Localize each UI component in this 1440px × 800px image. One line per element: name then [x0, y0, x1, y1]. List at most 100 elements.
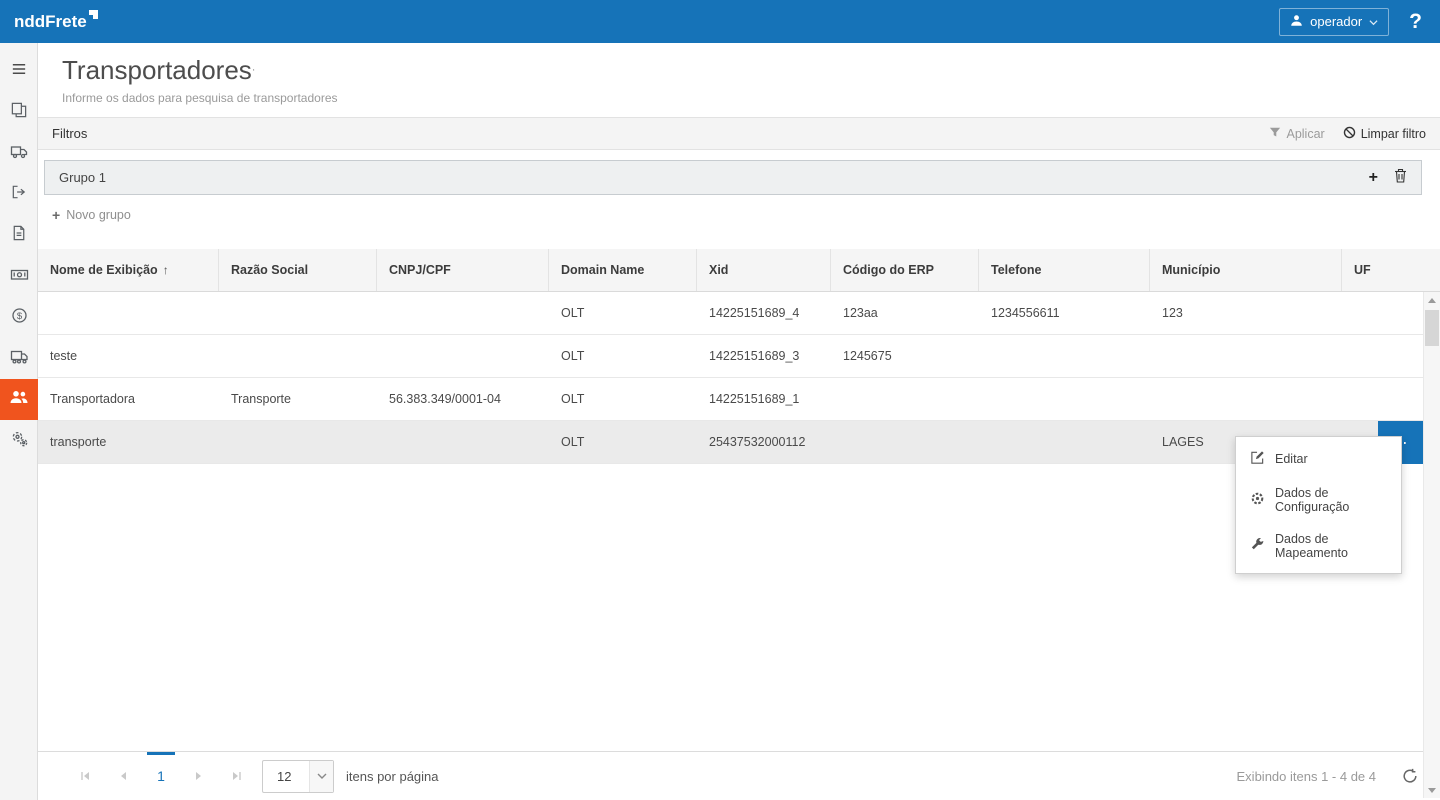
sort-asc-icon: ↑	[163, 263, 169, 277]
clear-filter-button[interactable]: Limpar filtro	[1343, 126, 1426, 142]
clear-filter-label: Limpar filtro	[1361, 127, 1426, 141]
gears-icon	[10, 429, 29, 453]
pager-right: Exibindo itens 1 - 4 de 4	[1237, 768, 1418, 784]
chevron-down-icon	[1369, 14, 1378, 29]
new-group-button[interactable]: + Novo grupo	[52, 208, 131, 222]
menu-item-configuration[interactable]: Dados de Configuração	[1236, 477, 1401, 523]
svg-text:$: $	[16, 310, 22, 321]
column-header-nome[interactable]: Nome de Exibição ↑	[38, 249, 219, 291]
column-header-label: CNPJ/CPF	[389, 263, 451, 277]
cell-domain: OLT	[549, 421, 697, 463]
users-icon	[9, 388, 29, 411]
title-mark: ·	[252, 64, 256, 76]
table-row-selected[interactable]: transporte OLT 25437532000112 LAGES	[38, 421, 1440, 464]
column-header-razao[interactable]: Razão Social	[219, 249, 377, 291]
column-header-uf[interactable]: UF	[1342, 249, 1440, 291]
menu-item-edit[interactable]: Editar	[1236, 441, 1401, 477]
cell-telefone: 1234556611	[979, 292, 1150, 334]
cell-erp	[831, 378, 979, 420]
filter-group-actions: +	[1369, 168, 1407, 188]
column-header-xid[interactable]: Xid	[697, 249, 831, 291]
cell-cnpj	[377, 421, 549, 463]
cell-razao	[219, 335, 377, 377]
app-logo: nddFrete	[14, 12, 98, 32]
cancel-circle-icon	[1343, 126, 1356, 142]
per-page-label: itens por página	[346, 769, 439, 784]
cell-nome	[38, 292, 219, 334]
page-subtitle: Informe os dados para pesquisa de transp…	[62, 91, 1416, 105]
table-header: Nome de Exibição ↑ Razão Social CNPJ/CPF…	[38, 249, 1440, 292]
filter-group-section: Grupo 1 + + Novo grupo	[38, 150, 1440, 249]
sidebar-item-sign-out[interactable]	[0, 174, 38, 215]
cell-erp: 123aa	[831, 292, 979, 334]
scroll-up-button[interactable]	[1424, 292, 1440, 308]
table-row[interactable]: teste OLT 14225151689_3 1245675	[38, 335, 1440, 378]
scroll-down-button[interactable]	[1424, 782, 1440, 798]
user-menu-button[interactable]: operador	[1279, 8, 1389, 36]
sidebar-item-truck[interactable]	[0, 133, 38, 174]
cell-cnpj: 56.383.349/0001-04	[377, 378, 549, 420]
filter-group-name: Grupo 1	[59, 170, 106, 185]
cell-xid: 14225151689_3	[697, 335, 831, 377]
sidebar-item-document[interactable]	[0, 215, 38, 256]
cell-xid: 14225151689_1	[697, 378, 831, 420]
trash-icon[interactable]	[1394, 168, 1407, 188]
column-header-label: Município	[1162, 263, 1220, 277]
filters-actions: Aplicar Limpar filtro	[1269, 126, 1426, 142]
currency-sync-icon: $	[10, 306, 29, 330]
pager: 1 12 itens por página Exibindo itens 1 -…	[38, 751, 1440, 800]
table-row[interactable]: Transportadora Transporte 56.383.349/000…	[38, 378, 1440, 421]
user-icon	[1290, 14, 1303, 30]
apply-filter-button[interactable]: Aplicar	[1269, 126, 1324, 141]
cell-erp: 1245675	[831, 335, 979, 377]
sidebar-item-menu[interactable]	[0, 51, 38, 92]
column-header-label: Xid	[709, 263, 728, 277]
triangle-down-icon	[1428, 788, 1436, 793]
cell-xid: 14225151689_4	[697, 292, 831, 334]
document-icon	[10, 224, 28, 247]
pager-next-button[interactable]	[180, 752, 218, 800]
pager-last-button[interactable]	[218, 752, 256, 800]
sidebar-item-carriers[interactable]	[0, 379, 38, 420]
column-header-municipio[interactable]: Município	[1150, 249, 1342, 291]
scrollbar-thumb[interactable]	[1425, 310, 1439, 346]
sidebar-item-currency-sync[interactable]: $	[0, 297, 38, 338]
column-header-telefone[interactable]: Telefone	[979, 249, 1150, 291]
pager-first-button[interactable]	[66, 752, 104, 800]
triangle-up-icon	[1428, 298, 1436, 303]
cell-municipio: 123	[1150, 292, 1342, 334]
menu-item-label: Dados de Configuração	[1275, 486, 1387, 514]
vertical-scrollbar[interactable]	[1423, 292, 1440, 798]
column-header-domain[interactable]: Domain Name	[549, 249, 697, 291]
column-header-label: Nome de Exibição	[50, 263, 158, 277]
cell-xid: 25437532000112	[697, 421, 831, 463]
refresh-button[interactable]	[1402, 768, 1418, 784]
help-button[interactable]: ?	[1405, 10, 1426, 34]
cell-razao: Transporte	[219, 378, 377, 420]
column-header-label: Razão Social	[231, 263, 308, 277]
cell-municipio	[1150, 378, 1342, 420]
menu-item-label: Editar	[1275, 452, 1308, 466]
sidebar-item-settings[interactable]	[0, 420, 38, 461]
table-row[interactable]: OLT 14225151689_4 123aa 1234556611 123	[38, 292, 1440, 335]
chevron-down-icon	[309, 761, 333, 792]
sidebar-item-cargo-truck[interactable]	[0, 338, 38, 379]
menu-icon	[10, 60, 28, 83]
plus-icon: +	[52, 208, 60, 222]
sidebar-item-copy[interactable]	[0, 92, 38, 133]
edit-icon	[1250, 450, 1265, 468]
funnel-icon	[1269, 126, 1281, 141]
page-size-select[interactable]: 12	[262, 760, 334, 793]
column-header-cnpj[interactable]: CNPJ/CPF	[377, 249, 549, 291]
cell-cnpj	[377, 335, 549, 377]
pager-page-1[interactable]: 1	[142, 752, 180, 800]
add-filter-button[interactable]: +	[1369, 170, 1378, 186]
cell-nome: Transportadora	[38, 378, 219, 420]
column-header-erp[interactable]: Código do ERP	[831, 249, 979, 291]
sidebar-item-banknote[interactable]	[0, 256, 38, 297]
cell-nome: transporte	[38, 421, 219, 463]
filter-group-row[interactable]: Grupo 1 +	[44, 160, 1422, 195]
pager-prev-button[interactable]	[104, 752, 142, 800]
menu-item-mapping[interactable]: Dados de Mapeamento	[1236, 523, 1401, 569]
page-size-value: 12	[263, 769, 309, 784]
